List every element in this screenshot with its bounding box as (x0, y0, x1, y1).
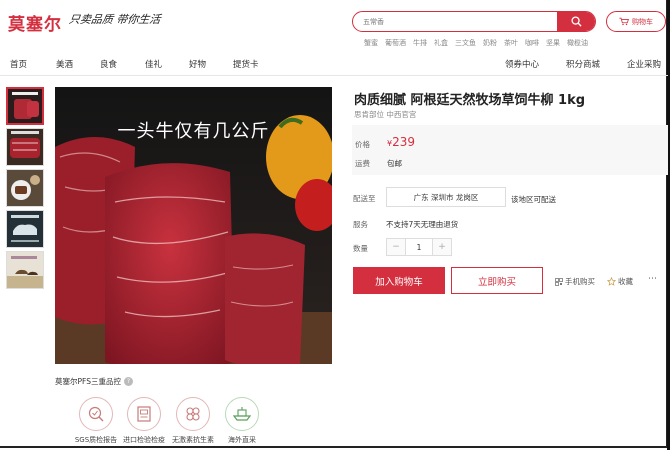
quality-item-label: 无激素抗生素 (172, 436, 214, 444)
nav-item[interactable]: 佳礼 (145, 58, 162, 70)
main-nav: 首页 美酒 良食 佳礼 好物 提货卡 领券中心 积分商城 企业采购 (0, 52, 668, 76)
site-logo[interactable]: 莫塞尔 (8, 10, 62, 35)
thumbnail-4[interactable] (6, 210, 44, 248)
price-box: 价格 ¥239 运费 包邮 (352, 125, 668, 175)
nav-item[interactable]: 提货卡 (233, 58, 259, 70)
help-icon[interactable]: ? (123, 377, 133, 386)
add-to-cart-button[interactable]: 加入购物车 (353, 267, 445, 294)
hot-word-link[interactable]: 橄榄油 (567, 38, 588, 48)
search-button[interactable] (557, 12, 595, 31)
quality-item-label: 进口检验检疫 (123, 436, 165, 444)
hot-word-link[interactable]: 牛排 (413, 38, 427, 48)
cart-label: 购物车 (632, 17, 653, 26)
hot-word-link[interactable]: 奶粉 (483, 38, 497, 48)
hot-word-link[interactable]: 咖啡 (525, 38, 539, 48)
nav-item[interactable]: 美酒 (56, 58, 73, 70)
thumbnail-list (6, 87, 44, 292)
quantity-label: 数量 (353, 244, 368, 253)
delivery-address-select[interactable]: 广东 深圳市 龙岗区 (386, 187, 506, 207)
quality-item-sgs: SGS质检报告 (74, 397, 118, 445)
quantity-increase-button[interactable]: + (433, 239, 451, 255)
quality-item-label: 海外直采 (228, 436, 256, 444)
hot-word-link[interactable]: 蟹蜜 (364, 38, 378, 48)
thumbnail-2[interactable] (6, 128, 44, 166)
hot-word-link[interactable]: 三文鱼 (455, 38, 476, 48)
product-title: 肉质细腻 阿根廷天然牧场草饲牛柳 1kg (354, 93, 586, 108)
hot-word-link[interactable]: 礼盒 (434, 38, 448, 48)
site-slogan: 只卖品质 带你生活 (68, 13, 162, 26)
quality-item-direct-import: 海外直采 (220, 397, 264, 445)
ship-icon (225, 397, 259, 431)
sgs-report-icon (79, 397, 113, 431)
hot-search-words: 蟹蜜 葡萄酒 牛排 礼盒 三文鱼 奶粉 茶叶 咖啡 坚果 橄榄油 (364, 38, 588, 48)
nav-item[interactable]: 好物 (189, 58, 206, 70)
mobile-buy-label: 手机购买 (565, 277, 595, 286)
hot-word-link[interactable]: 茶叶 (504, 38, 518, 48)
price-number: 239 (392, 135, 415, 149)
hot-word-link[interactable]: 坚果 (546, 38, 560, 48)
more-icon[interactable]: ⋯ (648, 274, 657, 284)
product-main-image[interactable]: 一头牛仅有几公斤 (55, 87, 332, 364)
delivery-label: 配送至 (353, 194, 376, 203)
favorite-link[interactable]: 收藏 (607, 276, 633, 287)
product-brand: 思肯部位 中西官宫 (354, 110, 417, 119)
thumbnail-3[interactable] (6, 169, 44, 207)
star-icon (607, 277, 616, 286)
quantity-input[interactable]: 1 (405, 239, 433, 255)
quality-control-title: 莫塞尔PFS三重品控 ? (55, 376, 133, 387)
thumbnail-1[interactable] (6, 87, 44, 125)
mobile-buy-link[interactable]: 手机购买 (555, 276, 595, 287)
quality-item-no-hormones: 无激素抗生素 (171, 397, 215, 445)
quality-item-inspection: 进口检验检疫 (122, 397, 166, 445)
thumbnail-5[interactable] (6, 251, 44, 289)
price-value: ¥239 (387, 135, 415, 149)
hot-word-link[interactable]: 葡萄酒 (385, 38, 406, 48)
quantity-decrease-button[interactable]: − (387, 239, 405, 255)
delivery-status: 该地区可配送 (511, 195, 556, 204)
search-bar (352, 11, 596, 32)
nav-right-item[interactable]: 积分商城 (566, 58, 600, 70)
shipping-label: 运费 (355, 159, 370, 168)
favorite-label: 收藏 (618, 277, 633, 286)
cart-icon (619, 17, 629, 26)
service-label: 服务 (353, 220, 368, 229)
cart-button[interactable]: 购物车 (606, 11, 666, 32)
nav-item[interactable]: 良食 (100, 58, 117, 70)
nav-right-item[interactable]: 领券中心 (505, 58, 539, 70)
molecule-icon (176, 397, 210, 431)
qrcode-icon (555, 277, 563, 286)
search-input[interactable] (353, 12, 558, 31)
inspection-icon (127, 397, 161, 431)
nav-right-item[interactable]: 企业采购 (627, 58, 661, 70)
service-value: 不支持7天无理由退货 (386, 220, 459, 229)
search-icon (570, 16, 582, 27)
quantity-stepper: − 1 + (386, 238, 452, 256)
shipping-value: 包邮 (387, 159, 402, 168)
price-label: 价格 (355, 140, 370, 149)
nav-item[interactable]: 首页 (10, 58, 27, 70)
buy-now-button[interactable]: 立即购买 (451, 267, 543, 294)
image-caption: 一头牛仅有几公斤 (117, 121, 270, 142)
quality-title-text: 莫塞尔PFS三重品控 (55, 377, 121, 386)
